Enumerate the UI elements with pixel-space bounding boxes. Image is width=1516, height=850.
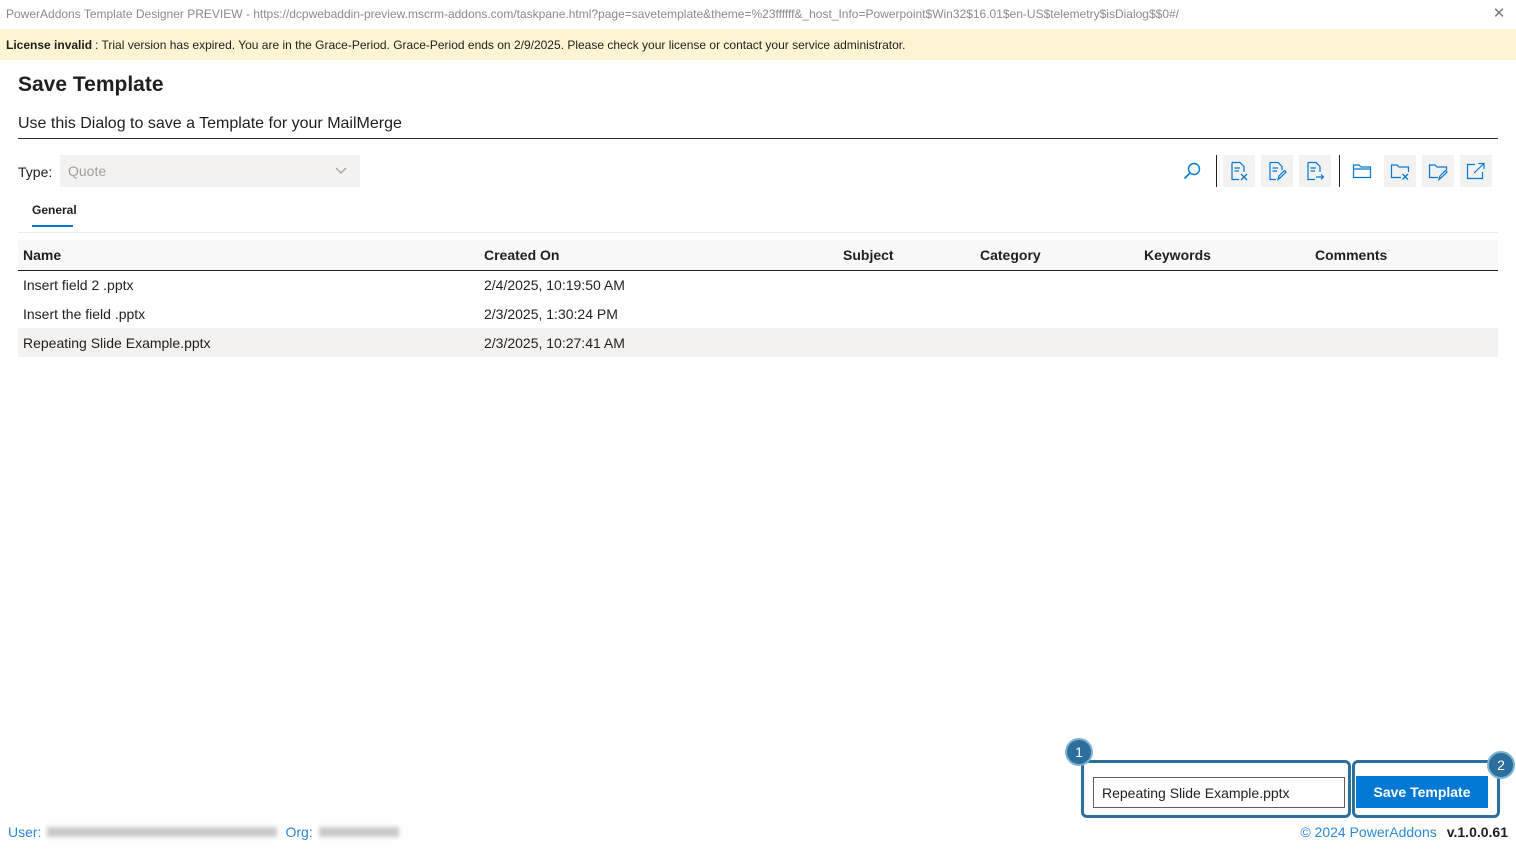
version-label: v.1.0.0.61 bbox=[1446, 824, 1508, 840]
search-button[interactable] bbox=[1176, 155, 1208, 187]
edit-folder-button[interactable] bbox=[1422, 155, 1454, 187]
export-document-button[interactable] bbox=[1299, 155, 1331, 187]
user-label: User: bbox=[8, 824, 42, 840]
license-banner: License invalid : Trial version has expi… bbox=[0, 29, 1516, 60]
open-external-icon bbox=[1466, 162, 1485, 180]
cell-subject bbox=[838, 328, 975, 357]
license-message: : Trial version has expired. You are in … bbox=[95, 37, 906, 52]
step-badge-1: 1 bbox=[1065, 738, 1093, 766]
window-title: PowerAddons Template Designer PREVIEW - … bbox=[6, 7, 1180, 21]
chevron-down-icon bbox=[335, 167, 347, 174]
user-value-redacted bbox=[47, 827, 278, 837]
cell-category bbox=[975, 328, 1139, 357]
cell-comments bbox=[1310, 270, 1498, 299]
toolbar-separator bbox=[1339, 155, 1340, 187]
toolbar bbox=[1176, 155, 1498, 187]
cell-category bbox=[975, 299, 1139, 328]
export-document-icon bbox=[1307, 161, 1325, 181]
cell-subject bbox=[838, 299, 975, 328]
table-row[interactable]: Insert the field .pptx 2/3/2025, 1:30:24… bbox=[18, 299, 1498, 328]
close-icon[interactable]: ✕ bbox=[1490, 4, 1508, 22]
column-header-category[interactable]: Category bbox=[975, 240, 1139, 271]
column-header-name[interactable]: Name bbox=[18, 240, 479, 271]
cell-subject bbox=[838, 270, 975, 299]
edit-document-button[interactable] bbox=[1261, 155, 1293, 187]
org-value-redacted bbox=[318, 827, 399, 837]
folder-button[interactable] bbox=[1346, 155, 1378, 187]
search-icon bbox=[1183, 162, 1201, 180]
table-row[interactable]: Repeating Slide Example.pptx 2/3/2025, 1… bbox=[18, 328, 1498, 357]
tab-active-indicator bbox=[32, 225, 73, 227]
table-header-row: Name Created On Subject Category Keyword… bbox=[18, 240, 1498, 271]
table-row[interactable]: Insert field 2 .pptx 2/4/2025, 10:19:50 … bbox=[18, 270, 1498, 299]
type-dropdown-value: Quote bbox=[68, 163, 107, 179]
cell-comments bbox=[1310, 299, 1498, 328]
column-header-created-on[interactable]: Created On bbox=[479, 240, 838, 271]
cell-category bbox=[975, 270, 1139, 299]
title-divider bbox=[18, 138, 1498, 139]
template-filename-input[interactable] bbox=[1093, 777, 1345, 808]
edit-folder-icon bbox=[1428, 164, 1448, 181]
column-header-keywords[interactable]: Keywords bbox=[1139, 240, 1310, 271]
cell-keywords bbox=[1139, 270, 1310, 299]
cell-name: Repeating Slide Example.pptx bbox=[18, 328, 479, 357]
step-badge-2: 2 bbox=[1487, 751, 1515, 779]
delete-document-icon bbox=[1231, 161, 1248, 181]
delete-folder-button[interactable] bbox=[1384, 155, 1416, 187]
type-dropdown[interactable]: Quote bbox=[60, 155, 360, 187]
cell-name: Insert field 2 .pptx bbox=[23, 276, 134, 293]
column-header-comments[interactable]: Comments bbox=[1310, 240, 1498, 271]
org-label: Org: bbox=[285, 824, 313, 840]
folder-icon bbox=[1352, 164, 1372, 179]
tab-general[interactable]: General bbox=[32, 203, 77, 217]
cell-comments bbox=[1310, 328, 1498, 357]
footer-meta: © 2024 PowerAddons v.1.0.0.61 bbox=[1300, 824, 1508, 840]
cell-created-on: 2/4/2025, 10:19:50 AM bbox=[484, 276, 625, 293]
column-header-subject[interactable]: Subject bbox=[838, 240, 975, 271]
page-title: Save Template bbox=[18, 73, 164, 96]
page-subtitle: Use this Dialog to save a Template for y… bbox=[18, 115, 402, 132]
cell-keywords bbox=[1139, 328, 1310, 357]
footer-user-info: User: Org: bbox=[8, 824, 407, 840]
license-label: License invalid bbox=[6, 37, 93, 52]
save-template-button[interactable]: Save Template bbox=[1356, 776, 1488, 808]
cell-created-on: 2/3/2025, 10:27:41 AM bbox=[479, 328, 838, 357]
open-external-button[interactable] bbox=[1460, 155, 1492, 187]
copyright-link[interactable]: © 2024 PowerAddons bbox=[1300, 824, 1436, 840]
delete-document-button[interactable] bbox=[1223, 155, 1255, 187]
cell-keywords bbox=[1139, 299, 1310, 328]
delete-folder-icon bbox=[1390, 164, 1410, 180]
window-titlebar: PowerAddons Template Designer PREVIEW - … bbox=[0, 0, 1516, 28]
edit-document-icon bbox=[1269, 161, 1287, 181]
templates-table: Name Created On Subject Category Keyword… bbox=[18, 240, 1498, 357]
tab-divider bbox=[18, 232, 1498, 233]
cell-created-on: 2/3/2025, 1:30:24 PM bbox=[484, 305, 618, 322]
type-label: Type: bbox=[18, 164, 53, 180]
cell-name: Insert the field .pptx bbox=[23, 305, 146, 322]
toolbar-separator bbox=[1216, 155, 1217, 187]
